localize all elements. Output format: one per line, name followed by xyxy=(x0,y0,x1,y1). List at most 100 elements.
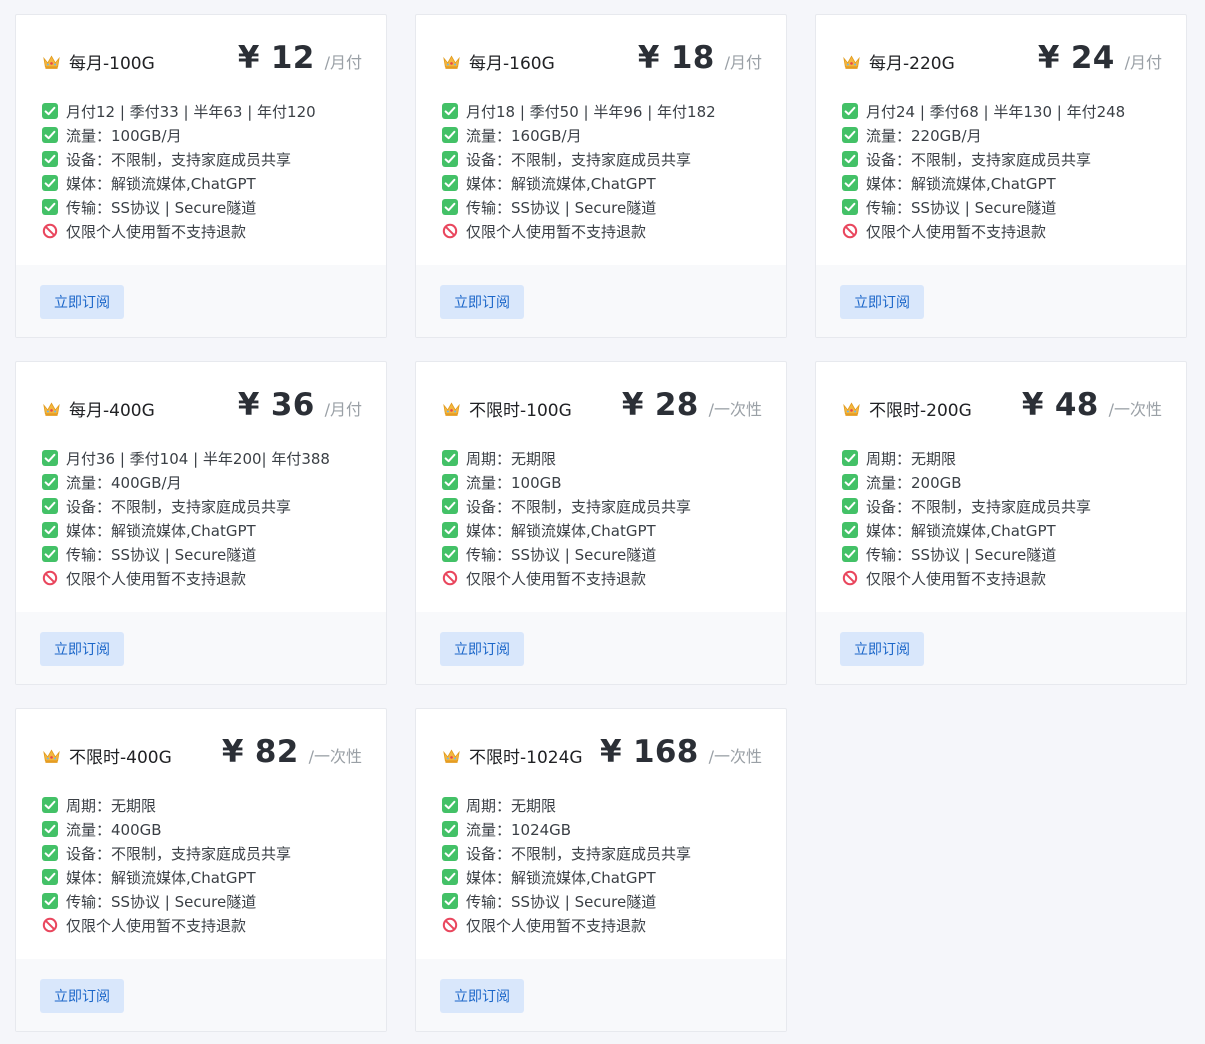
feature-item: 周期：无期限 xyxy=(442,446,762,470)
feature-item: 月付18 | 季付50 | 半年96 | 年付182 xyxy=(442,99,762,123)
feature-item: 流量：1024GB xyxy=(442,817,762,841)
feature-text: 仅限个人使用暂不支持退款 xyxy=(866,569,1047,588)
check-icon xyxy=(42,893,58,909)
plan-card: 不限时-1024G ¥ 168 /一次性 周期：无期限 流量：1024GB 设备… xyxy=(415,708,787,1032)
plan-card-footer: 立即订阅 xyxy=(816,265,1186,337)
feature-text: 传输：SS协议 | Secure隧道 xyxy=(466,892,657,911)
price-period: /月付 xyxy=(724,53,762,72)
plan-card-body: 每月-400G ¥ 36 /月付 月付36 | 季付104 | 半年200| 年… xyxy=(16,362,386,612)
feature-text: 月付12 | 季付33 | 半年63 | 年付120 xyxy=(66,102,316,121)
check-icon xyxy=(42,199,58,215)
check-icon xyxy=(42,127,58,143)
price-amount: ¥ 48 xyxy=(1021,387,1099,423)
check-icon xyxy=(842,175,858,191)
plan-name: 每月-100G xyxy=(69,54,155,74)
price-period: /一次性 xyxy=(708,747,762,766)
feature-text: 设备：不限制，支持家庭成员共享 xyxy=(466,497,692,516)
feature-text: 设备：不限制，支持家庭成员共享 xyxy=(66,844,292,863)
feature-list: 月付24 | 季付68 | 半年130 | 年付248 流量：220GB/月 设… xyxy=(842,99,1162,243)
feature-item: 月付36 | 季付104 | 半年200| 年付388 xyxy=(42,446,362,470)
plan-name: 不限时-1024G xyxy=(469,748,583,768)
plan-card-header: 每月-220G ¥ 24 /月付 xyxy=(842,40,1162,83)
feature-item: 设备：不限制，支持家庭成员共享 xyxy=(442,494,762,518)
subscribe-button[interactable]: 立即订阅 xyxy=(840,632,924,666)
price-amount: ¥ 82 xyxy=(221,734,299,770)
price-amount: ¥ 24 xyxy=(1037,40,1115,76)
check-icon xyxy=(42,869,58,885)
plan-card-header: 每月-100G ¥ 12 /月付 xyxy=(42,40,362,83)
feature-item: 设备：不限制，支持家庭成员共享 xyxy=(42,147,362,171)
check-icon xyxy=(842,199,858,215)
feature-item: 媒体：解锁流媒体,ChatGPT xyxy=(442,171,762,195)
feature-item: 流量：100GB/月 xyxy=(42,123,362,147)
price-amount: ¥ 168 xyxy=(600,734,699,770)
crown-icon xyxy=(42,748,61,764)
plan-name: 不限时-100G xyxy=(469,401,572,421)
check-icon xyxy=(442,199,458,215)
feature-item: 仅限个人使用暂不支持退款 xyxy=(442,913,762,937)
feature-item: 仅限个人使用暂不支持退款 xyxy=(42,566,362,590)
check-icon xyxy=(442,127,458,143)
subscribe-button[interactable]: 立即订阅 xyxy=(40,979,124,1013)
feature-text: 媒体：解锁流媒体,ChatGPT xyxy=(66,521,256,540)
feature-text: 媒体：解锁流媒体,ChatGPT xyxy=(466,521,656,540)
feature-list: 周期：无期限 流量：100GB 设备：不限制，支持家庭成员共享 媒体：解锁流媒体… xyxy=(442,446,762,590)
feature-item: 媒体：解锁流媒体,ChatGPT xyxy=(42,865,362,889)
subscribe-button[interactable]: 立即订阅 xyxy=(440,285,524,319)
feature-text: 媒体：解锁流媒体,ChatGPT xyxy=(866,521,1056,540)
feature-text: 仅限个人使用暂不支持退款 xyxy=(466,222,647,241)
subscribe-button[interactable]: 立即订阅 xyxy=(440,979,524,1013)
crown-icon xyxy=(842,401,861,417)
plan-title: 不限时-200G xyxy=(842,396,972,421)
feature-item: 周期：无期限 xyxy=(442,793,762,817)
feature-text: 媒体：解锁流媒体,ChatGPT xyxy=(466,174,656,193)
feature-text: 传输：SS协议 | Secure隧道 xyxy=(466,198,657,217)
plan-card-body: 每月-220G ¥ 24 /月付 月付24 | 季付68 | 半年130 | 年… xyxy=(816,15,1186,265)
plan-card: 不限时-400G ¥ 82 /一次性 周期：无期限 流量：400GB 设备：不限… xyxy=(15,708,387,1032)
feature-text: 周期：无期限 xyxy=(66,796,157,815)
subscribe-button[interactable]: 立即订阅 xyxy=(840,285,924,319)
feature-text: 流量：400GB xyxy=(66,820,162,839)
feature-text: 媒体：解锁流媒体,ChatGPT xyxy=(466,868,656,887)
check-icon xyxy=(842,522,858,538)
plan-card-body: 每月-160G ¥ 18 /月付 月付18 | 季付50 | 半年96 | 年付… xyxy=(416,15,786,265)
crown-icon xyxy=(442,748,461,764)
plan-card-footer: 立即订阅 xyxy=(816,612,1186,684)
feature-text: 仅限个人使用暂不支持退款 xyxy=(466,569,647,588)
subscribe-button[interactable]: 立即订阅 xyxy=(440,632,524,666)
feature-item: 传输：SS协议 | Secure隧道 xyxy=(442,195,762,219)
feature-text: 月付18 | 季付50 | 半年96 | 年付182 xyxy=(466,102,716,121)
feature-item: 传输：SS协议 | Secure隧道 xyxy=(842,542,1162,566)
plan-card-header: 每月-400G ¥ 36 /月付 xyxy=(42,387,362,430)
plan-title: 不限时-400G xyxy=(42,743,172,768)
plan-card-body: 不限时-200G ¥ 48 /一次性 周期：无期限 流量：200GB 设备：不限… xyxy=(816,362,1186,612)
plan-card-header: 不限时-400G ¥ 82 /一次性 xyxy=(42,734,362,777)
feature-item: 仅限个人使用暂不支持退款 xyxy=(442,566,762,590)
check-icon xyxy=(842,498,858,514)
feature-text: 流量：160GB/月 xyxy=(466,126,582,145)
feature-text: 传输：SS协议 | Secure隧道 xyxy=(66,545,257,564)
plan-card: 每月-400G ¥ 36 /月付 月付36 | 季付104 | 半年200| 年… xyxy=(15,361,387,685)
check-icon xyxy=(442,845,458,861)
check-icon xyxy=(442,821,458,837)
feature-item: 设备：不限制，支持家庭成员共享 xyxy=(442,147,762,171)
prohibited-icon xyxy=(42,917,58,933)
prohibited-icon xyxy=(42,223,58,239)
feature-text: 月付36 | 季付104 | 半年200| 年付388 xyxy=(66,449,330,468)
feature-item: 设备：不限制，支持家庭成员共享 xyxy=(842,147,1162,171)
check-icon xyxy=(842,474,858,490)
subscribe-button[interactable]: 立即订阅 xyxy=(40,632,124,666)
feature-item: 仅限个人使用暂不支持退款 xyxy=(42,219,362,243)
check-icon xyxy=(442,175,458,191)
check-icon xyxy=(42,103,58,119)
price-amount: ¥ 18 xyxy=(637,40,715,76)
feature-list: 周期：无期限 流量：200GB 设备：不限制，支持家庭成员共享 媒体：解锁流媒体… xyxy=(842,446,1162,590)
crown-icon xyxy=(842,54,861,70)
feature-item: 传输：SS协议 | Secure隧道 xyxy=(842,195,1162,219)
feature-item: 月付24 | 季付68 | 半年130 | 年付248 xyxy=(842,99,1162,123)
plan-card-footer: 立即订阅 xyxy=(16,959,386,1031)
plan-card-body: 不限时-100G ¥ 28 /一次性 周期：无期限 流量：100GB 设备：不限… xyxy=(416,362,786,612)
feature-text: 媒体：解锁流媒体,ChatGPT xyxy=(866,174,1056,193)
feature-text: 周期：无期限 xyxy=(466,449,557,468)
subscribe-button[interactable]: 立即订阅 xyxy=(40,285,124,319)
